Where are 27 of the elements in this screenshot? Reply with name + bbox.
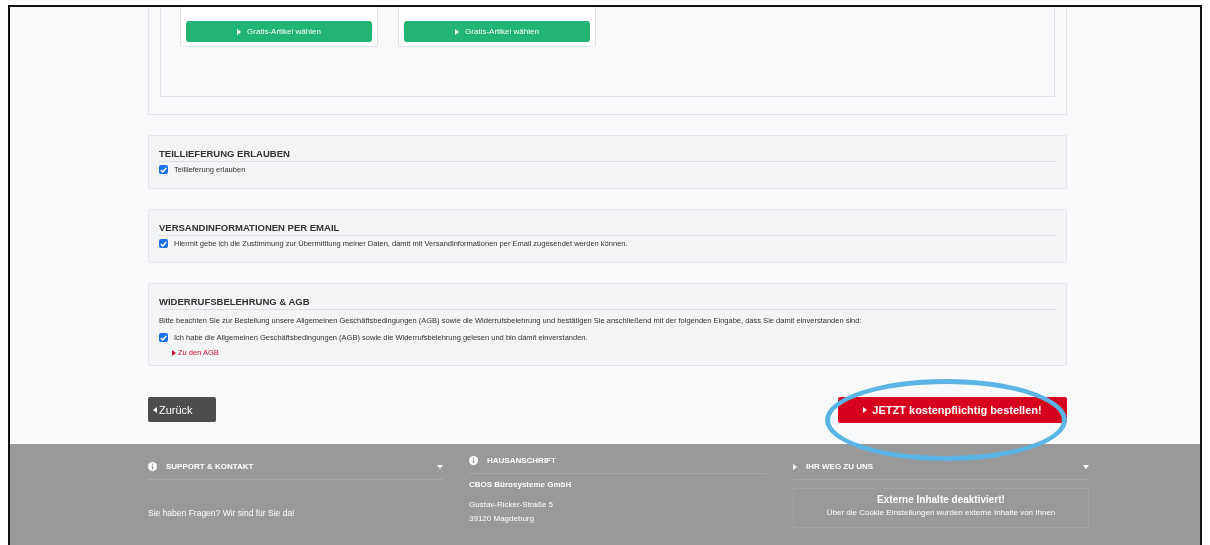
footer-text: Sie haben Fragen? Wir sind für Sie da! <box>148 508 296 518</box>
notice-title: Externe Inhalte deaktiviert! <box>876 494 1006 505</box>
triangle-icon <box>455 28 460 35</box>
notice-text: Über die Cookie Einstellungen wurden externe Inhalte von Ihnen <box>825 508 1057 517</box>
address-line: Gustav-Ricker-Straße 5 <box>469 499 555 511</box>
caret-icon[interactable] <box>437 464 443 469</box>
triangle-icon <box>793 463 797 470</box>
footer-heading: IHR WEG ZU UNS <box>806 462 874 471</box>
triangle-icon <box>863 406 868 413</box>
footer-heading: HAUSANSCHRIFT <box>487 456 556 465</box>
company-name: CBOS Bürosysteme GmbH <box>469 480 573 489</box>
info-icon <box>469 456 478 465</box>
section-title: VERSANDINFORMATIONEN PER EMAIL <box>159 222 1056 236</box>
section-title: WIDERRUFSBELEHRUNG & AGB <box>159 296 1056 310</box>
order-button[interactable]: JETZT kostenpflichtig bestellen! <box>838 396 1067 423</box>
checkbox[interactable] <box>159 165 168 174</box>
info-icon <box>148 462 157 471</box>
triangle-icon <box>237 28 242 35</box>
triangle-icon <box>172 349 176 356</box>
checkbox[interactable] <box>159 239 168 248</box>
triangle-icon <box>153 406 157 413</box>
checkbox[interactable] <box>159 333 168 342</box>
back-button[interactable]: Zurück <box>148 397 216 422</box>
section-title: TEILLIEFERUNG ERLAUBEN <box>159 148 1056 162</box>
caret-icon[interactable] <box>1083 464 1089 469</box>
address-line: 39120 Magdeburg <box>469 513 535 525</box>
footer-heading: SUPPORT & KONTAKT <box>166 462 254 471</box>
